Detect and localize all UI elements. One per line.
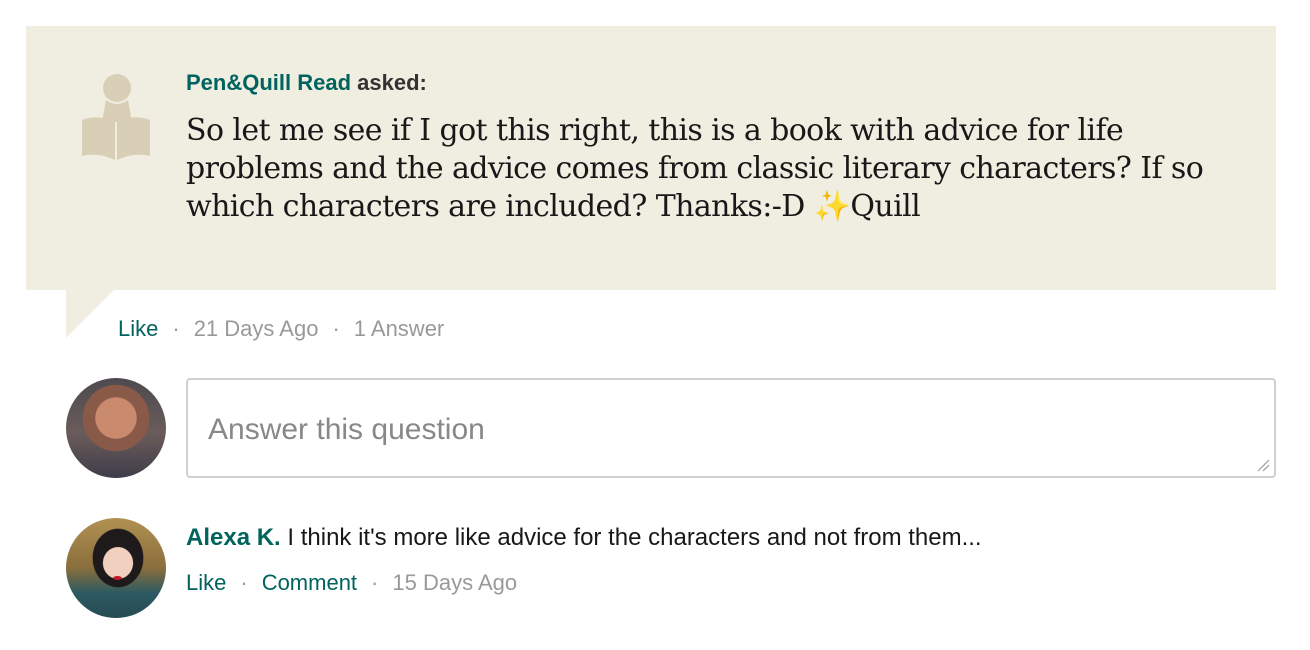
asker-line: Pen&Quill Read asked: [186, 70, 427, 96]
separator-dot: · [172, 316, 180, 341]
answer-author-link[interactable]: Alexa K. [186, 524, 281, 551]
question-text: So let me see if I got this right, this … [186, 113, 1204, 224]
answer-author-avatar[interactable] [66, 518, 166, 618]
answer-question-input[interactable] [186, 378, 1276, 478]
question-meta: Like · 21 Days Ago · 1 Answer [118, 316, 444, 342]
speech-bubble-tail [66, 290, 114, 338]
answer-body: Alexa K. I think it's more like advice f… [186, 524, 982, 552]
answer-like-link[interactable]: Like [186, 570, 226, 595]
asked-label: asked: [357, 70, 427, 95]
answer-meta: Like · Comment · 15 Days Ago [186, 570, 517, 596]
answer-count[interactable]: 1 Answer [354, 316, 445, 341]
question-age: 21 Days Ago [193, 316, 319, 341]
answer-age: 15 Days Ago [392, 570, 518, 595]
question-like-link[interactable]: Like [118, 316, 158, 341]
avatar-detail [113, 576, 122, 580]
current-user-avatar[interactable] [66, 378, 166, 478]
separator-dot: · [240, 570, 248, 595]
asker-name-link[interactable]: Pen&Quill Read [186, 70, 351, 95]
reader-with-book-icon [82, 74, 150, 160]
separator-dot: · [371, 570, 379, 595]
answer-comment-link[interactable]: Comment [262, 570, 357, 595]
separator-dot: · [332, 316, 340, 341]
answer-text: I think it's more like advice for the ch… [287, 524, 982, 551]
resize-grip-icon[interactable] [1256, 458, 1270, 472]
